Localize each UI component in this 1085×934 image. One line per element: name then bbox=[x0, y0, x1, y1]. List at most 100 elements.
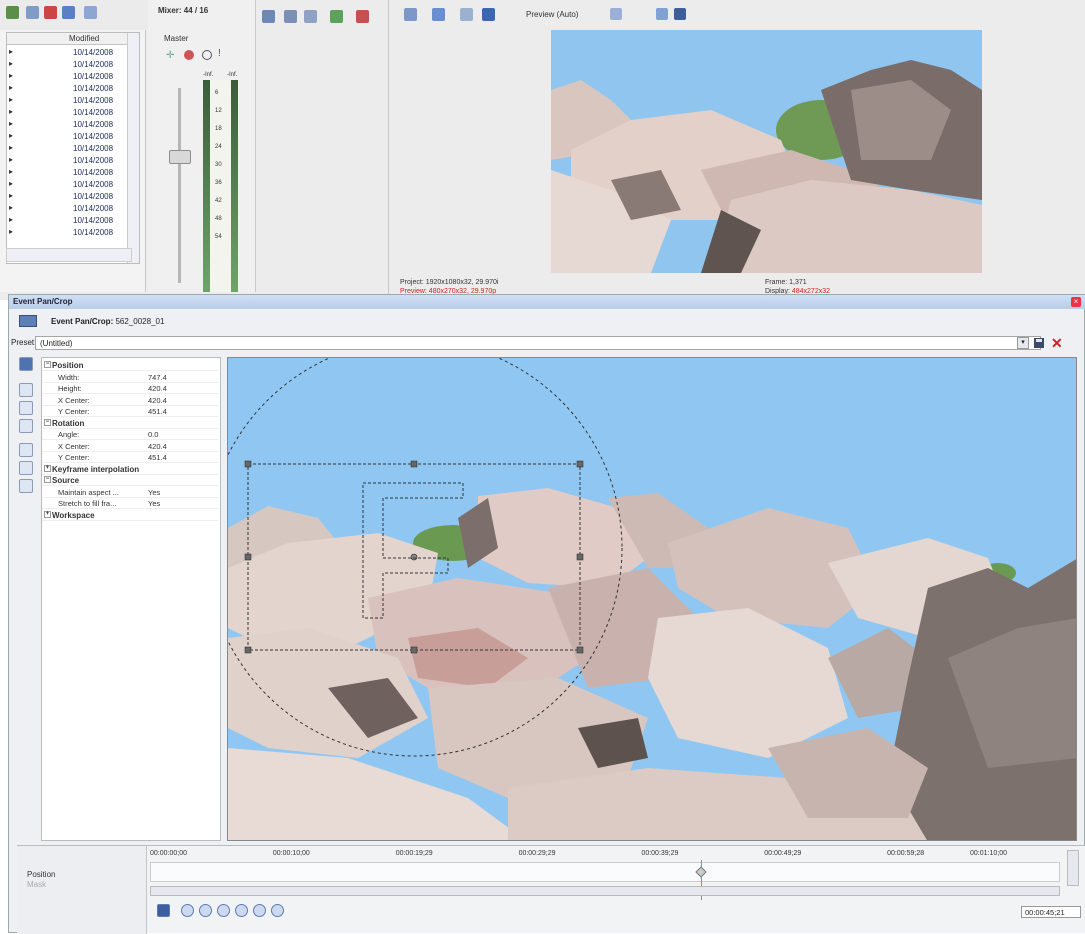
collapse-icon[interactable]: − bbox=[44, 476, 51, 483]
crop-center-handle[interactable] bbox=[410, 553, 418, 561]
file-list-row[interactable]: ▸ 10/14/2008 bbox=[7, 119, 127, 131]
property-group[interactable]: − Source bbox=[42, 475, 218, 486]
track-position-label[interactable]: Position bbox=[27, 870, 55, 879]
track-mask-label[interactable]: Mask bbox=[27, 880, 46, 889]
delete-preset-icon[interactable]: ✕ bbox=[1051, 335, 1063, 352]
property-group[interactable]: + Workspace bbox=[42, 510, 218, 521]
file-list-row[interactable]: ▸ 10/14/2008 bbox=[7, 71, 127, 83]
next-keyframe-icon[interactable] bbox=[217, 904, 230, 917]
previous-keyframe-icon[interactable] bbox=[199, 904, 212, 917]
zoom-tool-icon[interactable] bbox=[19, 401, 33, 415]
file-list-row[interactable]: ▸ 10/14/2008 bbox=[7, 155, 127, 167]
property-row[interactable]: Height: 420.4 bbox=[42, 383, 218, 394]
delete-icon[interactable] bbox=[44, 6, 57, 19]
file-list-row[interactable]: ▸ 10/14/2008 bbox=[7, 167, 127, 179]
insert-fx-bus-icon[interactable] bbox=[356, 10, 369, 23]
crop-handle-right[interactable] bbox=[576, 553, 584, 561]
preset-field[interactable]: (Untitled) bbox=[35, 336, 1041, 350]
timeline-vertical-scrollbar[interactable] bbox=[1067, 850, 1079, 886]
crop-handle-bottom-left[interactable] bbox=[244, 646, 252, 654]
file-list-row[interactable]: ▸ 10/14/2008 bbox=[7, 83, 127, 95]
file-list-row[interactable]: ▸ 10/14/2008 bbox=[7, 143, 127, 155]
insert-bus-icon[interactable] bbox=[330, 10, 343, 23]
crop-handle-bottom-right[interactable] bbox=[576, 646, 584, 654]
property-group[interactable]: + Keyframe interpolation bbox=[42, 464, 218, 475]
file-list-scrollbar[interactable] bbox=[127, 33, 139, 263]
file-list-horizontal-scrollbar[interactable] bbox=[6, 248, 132, 262]
video-properties-icon[interactable] bbox=[404, 8, 417, 21]
file-list-row[interactable]: ▸ 10/14/2008 bbox=[7, 47, 127, 59]
crop-handle-left[interactable] bbox=[244, 553, 252, 561]
show-properties-icon[interactable] bbox=[19, 357, 33, 371]
file-list-row[interactable]: ▸ 10/14/2008 bbox=[7, 203, 127, 215]
mute-icon[interactable] bbox=[202, 50, 212, 60]
property-value[interactable]: 0.0 bbox=[148, 430, 158, 439]
copy-snapshot-icon[interactable] bbox=[656, 8, 668, 20]
property-row[interactable]: Width: 747.4 bbox=[42, 372, 218, 383]
refresh-icon[interactable] bbox=[26, 6, 39, 19]
crop-handle-bottom[interactable] bbox=[410, 646, 418, 654]
crop-handle-top-right[interactable] bbox=[576, 460, 584, 468]
save-preset-icon[interactable] bbox=[1033, 337, 1045, 349]
column-header-modified[interactable]: Modified bbox=[69, 34, 99, 43]
property-value[interactable]: 420.4 bbox=[148, 442, 167, 451]
views-icon[interactable] bbox=[84, 6, 97, 19]
property-row[interactable]: X Center: 420.4 bbox=[42, 441, 218, 452]
add-keyframe-icon[interactable] bbox=[253, 904, 266, 917]
expand-icon[interactable]: + bbox=[44, 510, 51, 518]
file-list-row[interactable]: ▸ 10/14/2008 bbox=[7, 227, 127, 239]
file-list-row[interactable]: ▸ 10/14/2008 bbox=[7, 107, 127, 119]
keyframe-track[interactable] bbox=[150, 862, 1060, 882]
property-row[interactable]: Maintain aspect ... Yes bbox=[42, 487, 218, 498]
window-titlebar[interactable]: Event Pan/Crop × bbox=[9, 295, 1085, 309]
up-folder-icon[interactable] bbox=[6, 6, 19, 19]
pan-crop-workspace[interactable] bbox=[228, 358, 1077, 841]
collapse-icon[interactable]: − bbox=[44, 418, 51, 426]
close-icon[interactable]: × bbox=[1071, 297, 1081, 307]
snap-to-grid-icon[interactable] bbox=[19, 443, 33, 457]
property-row[interactable]: Stretch to fill fra... Yes bbox=[42, 498, 218, 509]
save-snapshot-icon[interactable] bbox=[674, 8, 686, 20]
insert-fx-icon[interactable]: ✛ bbox=[166, 50, 176, 61]
property-value[interactable]: 451.4 bbox=[148, 407, 167, 416]
search-icon[interactable] bbox=[62, 6, 75, 19]
property-value[interactable]: 747.4 bbox=[148, 373, 167, 382]
property-row[interactable]: X Center: 420.4 bbox=[42, 395, 218, 406]
crop-handle-top[interactable] bbox=[410, 460, 418, 468]
property-value[interactable]: 420.4 bbox=[148, 384, 167, 393]
current-time-display[interactable]: 00:00:45;21 bbox=[1021, 906, 1081, 918]
overlays-icon[interactable] bbox=[610, 8, 622, 20]
lock-aspect-ratio-icon[interactable] bbox=[19, 461, 33, 475]
fx-chain-icon[interactable] bbox=[184, 50, 194, 60]
timeline-ruler[interactable]: 00:00:00;00 00:00:10;00 00:00:19;29 00:00:2… bbox=[150, 850, 1060, 862]
solo-icon[interactable]: ! bbox=[218, 48, 221, 59]
crop-handle-top-left[interactable] bbox=[244, 460, 252, 468]
property-group[interactable]: − Rotation bbox=[42, 418, 218, 429]
file-list-row[interactable]: ▸ 10/14/2008 bbox=[7, 59, 127, 71]
property-value[interactable]: 420.4 bbox=[148, 396, 167, 405]
normal-edit-tool-icon[interactable] bbox=[19, 383, 33, 397]
preview-quality-dropdown[interactable]: Preview (Auto) bbox=[526, 10, 578, 19]
file-list-row[interactable]: ▸ 10/14/2008 bbox=[7, 215, 127, 227]
properties-icon[interactable] bbox=[262, 10, 275, 23]
file-list-row[interactable]: ▸ 10/14/2008 bbox=[7, 179, 127, 191]
file-list[interactable]: Modified ▸ 10/14/2008 ▸ 10/14/2008 ▸ 10/14/20… bbox=[6, 32, 140, 264]
property-row[interactable]: Angle: 0.0 bbox=[42, 429, 218, 440]
master-bus-label[interactable]: Master bbox=[164, 34, 188, 43]
property-value[interactable]: 451.4 bbox=[148, 453, 167, 462]
enable-rotation-icon[interactable] bbox=[19, 419, 33, 433]
chevron-down-icon[interactable]: ▾ bbox=[1017, 337, 1029, 349]
file-list-row[interactable]: ▸ 10/14/2008 bbox=[7, 191, 127, 203]
property-row[interactable]: Y Center: 451.4 bbox=[42, 452, 218, 463]
delete-keyframe-icon[interactable] bbox=[271, 904, 284, 917]
property-value[interactable]: Yes bbox=[148, 488, 160, 497]
property-value[interactable]: Yes bbox=[148, 499, 160, 508]
preview-fx-icon[interactable] bbox=[460, 8, 473, 21]
external-monitor-icon[interactable] bbox=[432, 8, 445, 21]
timeline-horizontal-scrollbar[interactable] bbox=[150, 886, 1060, 896]
master-fader-knob[interactable] bbox=[169, 150, 191, 164]
first-keyframe-icon[interactable] bbox=[181, 904, 194, 917]
property-group[interactable]: − Position bbox=[42, 360, 218, 371]
dim-output-icon[interactable] bbox=[304, 10, 317, 23]
pan-crop-canvas[interactable] bbox=[227, 357, 1077, 841]
